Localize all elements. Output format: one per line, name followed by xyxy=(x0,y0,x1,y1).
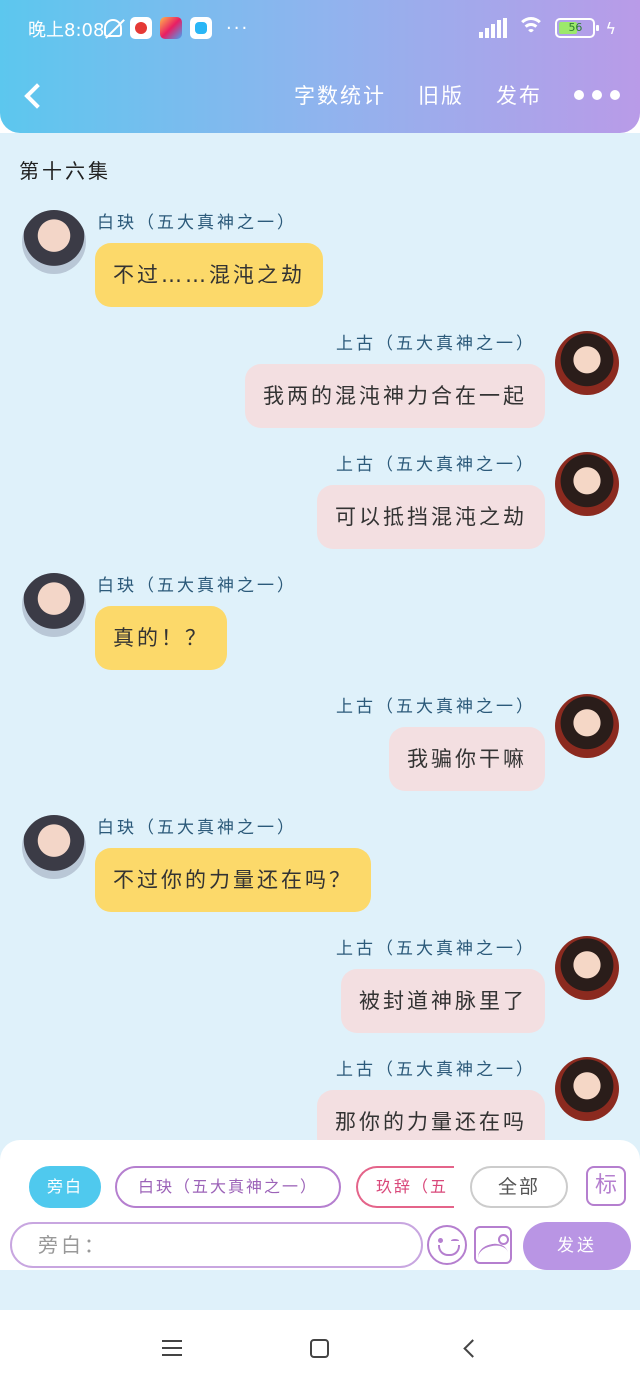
nav-bar: 字数统计 旧版 发布 xyxy=(0,68,640,122)
publish-button[interactable]: 发布 xyxy=(496,80,542,110)
status-time: 晚上8:08 xyxy=(28,20,105,41)
speaker-name: 上古（五大真神之一） xyxy=(336,697,536,717)
message-input[interactable] xyxy=(10,1222,423,1268)
character-selector: 旁白 白玦（五大真神之一） 玖辞（五 全部 标 xyxy=(0,1166,640,1208)
message-bubble[interactable]: 被封道神脉里了 xyxy=(341,969,545,1033)
recent-apps-icon[interactable] xyxy=(162,1338,184,1358)
app-header: 晚上8:08 ··· 56 ϟ 字数统计 旧版 发布 xyxy=(0,0,640,133)
video-app-icon xyxy=(130,17,152,39)
back-button[interactable] xyxy=(18,78,48,112)
avatar-shanggu[interactable] xyxy=(555,452,619,516)
old-version-button[interactable]: 旧版 xyxy=(418,80,464,110)
composer-panel: 旁白 白玦（五大真神之一） 玖辞（五 全部 标 发送 xyxy=(0,1140,640,1270)
all-characters-button[interactable]: 全部 xyxy=(470,1166,568,1208)
message-bubble[interactable]: 不过……混沌之劫 xyxy=(95,243,323,307)
message-app-icon xyxy=(190,17,212,39)
avatar-baijue[interactable] xyxy=(22,210,86,274)
character-chip-baijue[interactable]: 白玦（五大真神之一） xyxy=(115,1166,341,1208)
send-button[interactable]: 发送 xyxy=(523,1222,631,1270)
charging-icon: ϟ xyxy=(605,18,616,38)
speaker-name: 白玦（五大真神之一） xyxy=(97,213,297,233)
nav-actions: 字数统计 旧版 发布 xyxy=(294,80,620,110)
character-chip-jiuci[interactable]: 玖辞（五 xyxy=(356,1166,454,1208)
speaker-name: 白玦（五大真神之一） xyxy=(97,576,297,596)
speaker-name: 上古（五大真神之一） xyxy=(336,455,536,475)
avatar-baijue[interactable] xyxy=(22,573,86,637)
avatar-baijue[interactable] xyxy=(22,815,86,879)
avatar-shanggu[interactable] xyxy=(555,936,619,1000)
message-bubble[interactable]: 我骗你干嘛 xyxy=(389,727,545,791)
speaker-name: 上古（五大真神之一） xyxy=(336,939,536,959)
battery-icon: 56 xyxy=(555,18,600,38)
avatar-shanggu[interactable] xyxy=(555,694,619,758)
avatar-shanggu[interactable] xyxy=(555,331,619,395)
notification-icons: ··· xyxy=(104,17,249,39)
tag-button[interactable]: 标 xyxy=(586,1166,626,1206)
message-bubble[interactable]: 我两的混沌神力合在一起 xyxy=(245,364,545,428)
input-row: 发送 xyxy=(0,1220,640,1270)
wifi-icon xyxy=(517,17,546,39)
character-chip-narrator[interactable]: 旁白 xyxy=(29,1166,101,1208)
speaker-name: 白玦（五大真神之一） xyxy=(97,818,297,838)
word-count-button[interactable]: 字数统计 xyxy=(294,80,386,110)
image-icon[interactable] xyxy=(474,1226,512,1264)
more-notifications-icon: ··· xyxy=(226,17,250,39)
emoji-icon[interactable] xyxy=(427,1225,467,1265)
status-bar: 晚上8:08 ··· 56 ϟ xyxy=(0,0,640,60)
message-bubble[interactable]: 不过你的力量还在吗？ xyxy=(95,848,371,912)
home-icon[interactable] xyxy=(310,1339,329,1358)
system-back-icon[interactable] xyxy=(460,1338,480,1358)
system-nav-bar xyxy=(0,1310,640,1387)
speaker-name: 上古（五大真神之一） xyxy=(336,334,536,354)
muted-bell-icon xyxy=(104,19,122,37)
speaker-name: 上古（五大真神之一） xyxy=(336,1060,536,1080)
message-bubble[interactable]: 真的！？ xyxy=(95,606,227,670)
avatar-shanggu[interactable] xyxy=(555,1057,619,1121)
system-indicators: 56 ϟ xyxy=(479,17,616,39)
chat-area[interactable]: 第十六集 白玦（五大真神之一） 不过……混沌之劫上古（五大真神之一） 我两的混沌神力… xyxy=(0,133,640,1310)
signal-icon xyxy=(479,18,508,38)
episode-title: 第十六集 xyxy=(19,159,111,183)
message-bubble[interactable]: 可以抵挡混沌之劫 xyxy=(317,485,545,549)
battery-percent: 56 xyxy=(568,21,583,34)
more-dots-icon[interactable] xyxy=(574,90,620,100)
game-app-icon xyxy=(160,17,182,39)
